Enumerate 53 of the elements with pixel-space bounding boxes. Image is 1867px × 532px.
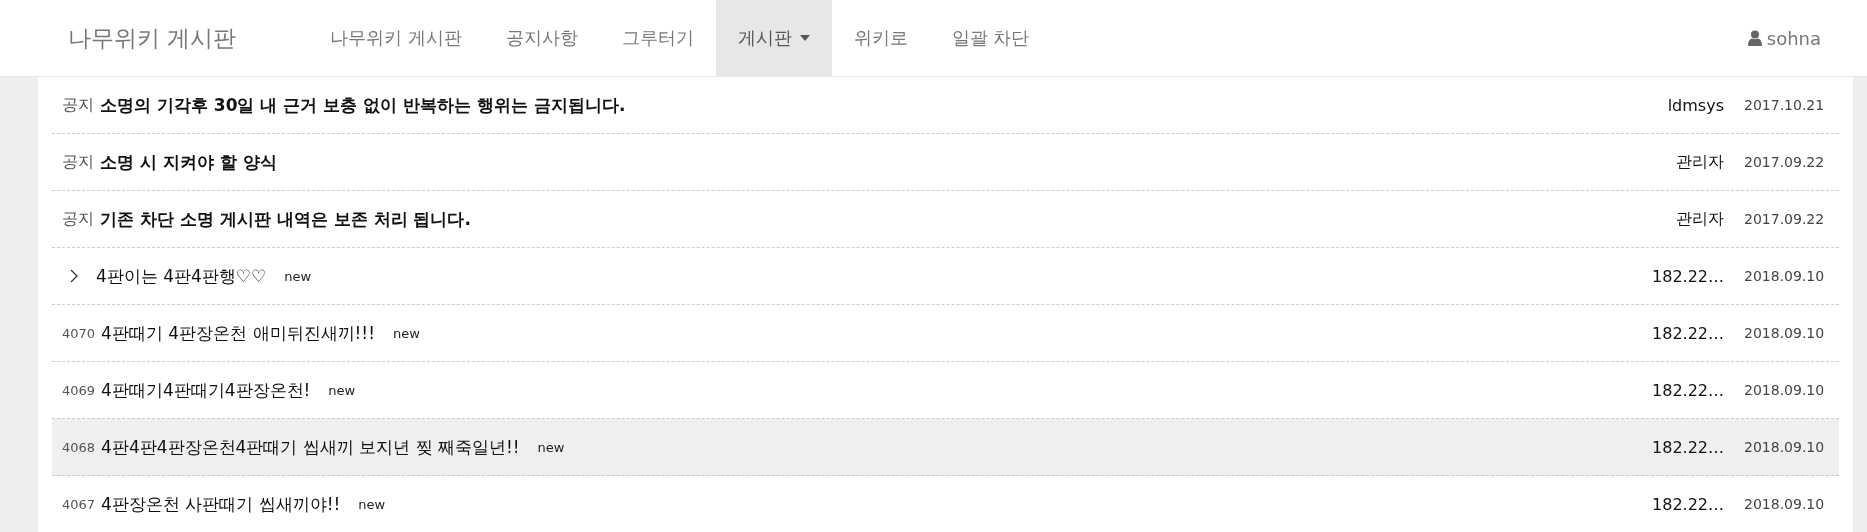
post-number: 4067 [62, 496, 96, 512]
post-author: 182.22… [1652, 494, 1724, 514]
post-row[interactable]: 공지 기존 차단 소명 게시판 내역은 보존 처리 됩니다. 관리자 2017.09.22 [52, 191, 1839, 248]
nav-tab[interactable]: 그루터기 [599, 0, 716, 76]
post-title[interactable]: 4판때기4판때기4판장온천! [101, 378, 311, 402]
post-title[interactable]: 4판이는 4판4판행♡♡ [96, 264, 267, 288]
post-author: ldmsys [1667, 95, 1724, 115]
post-author: 182.22… [1652, 323, 1724, 343]
notice-label: 공지 [62, 151, 94, 173]
post-date: 2018.09.10 [1744, 325, 1826, 341]
post-title[interactable]: 소명의 기각후 30일 내 근거 보충 없이 반복하는 행위는 금지됩니다. [100, 93, 626, 117]
user-icon [1747, 30, 1762, 46]
notice-label: 공지 [62, 208, 94, 230]
post-title[interactable]: 4판장온천 사판때기 씹새끼야!! [101, 492, 341, 516]
post-date: 2018.09.10 [1744, 496, 1826, 512]
post-author: 관리자 [1676, 208, 1724, 230]
nav-tab[interactable]: 위키로 [831, 0, 930, 76]
new-label: new [358, 496, 386, 512]
post-date: 2017.09.22 [1744, 211, 1826, 227]
site-brand[interactable]: 나무위키 게시판 [68, 0, 308, 76]
post-date: 2017.10.21 [1744, 97, 1826, 113]
new-label: new [537, 439, 565, 455]
new-label: new [328, 382, 356, 398]
post-date: 2018.09.10 [1744, 268, 1826, 284]
new-label: new [393, 325, 420, 341]
post-title[interactable]: 4판4판4판장온천4판때기 씹새끼 보지년 찢 째죽일년!! [101, 435, 520, 459]
post-date: 2018.09.10 [1744, 439, 1826, 455]
nav-tab[interactable]: 일괄 차단 [929, 0, 1052, 76]
notice-label: 공지 [62, 94, 94, 116]
post-title[interactable]: 기존 차단 소명 게시판 내역은 보존 처리 됩니다. [100, 207, 471, 231]
post-number: 4069 [62, 382, 96, 398]
post-date: 2018.09.10 [1744, 382, 1826, 398]
nav-tab[interactable]: 게시판 [715, 0, 832, 76]
nav-tab[interactable]: 나무위키 게시판 [308, 0, 484, 76]
post-author: 관리자 [1676, 151, 1724, 173]
post-row[interactable]: 4070 4판때기 4판장온천 애미뒤진새끼!!! new 182.22… 2018.09.10 [52, 305, 1839, 362]
post-author: 182.22… [1652, 380, 1724, 400]
post-row[interactable]: 4판이는 4판4판행♡♡ new 182.22… 2018.09.10 [52, 248, 1839, 305]
post-title[interactable]: 4판때기 4판장온천 애미뒤진새끼!!! [101, 321, 375, 345]
post-row[interactable]: 4068 4판4판4판장온천4판때기 씹새끼 보지년 찢 째죽일년!! new 182.22… 2018.09.10 [52, 419, 1839, 476]
post-row[interactable]: 공지 소명 시 지켜야 할 양식 관리자 2017.09.22 [52, 134, 1839, 191]
post-row[interactable]: 4067 4판장온천 사판때기 씹새끼야!! new 182.22… 2018.09.10 [52, 476, 1839, 532]
post-number: 4070 [62, 325, 96, 341]
post-author: 182.22… [1652, 266, 1724, 286]
post-title[interactable]: 소명 시 지켜야 할 양식 [100, 150, 277, 174]
nav-tab[interactable]: 공지사항 [483, 0, 600, 76]
chevron-right-icon [70, 269, 78, 283]
post-row[interactable]: 공지 소명의 기각후 30일 내 근거 보충 없이 반복하는 행위는 금지됩니다. ldmsys 2017.10.21 [52, 77, 1839, 134]
post-author: 182.22… [1652, 437, 1724, 457]
post-number: 4068 [62, 439, 96, 455]
post-date: 2017.09.22 [1744, 154, 1826, 170]
user-menu[interactable]: sohna [1747, 0, 1821, 76]
new-label: new [284, 268, 312, 284]
